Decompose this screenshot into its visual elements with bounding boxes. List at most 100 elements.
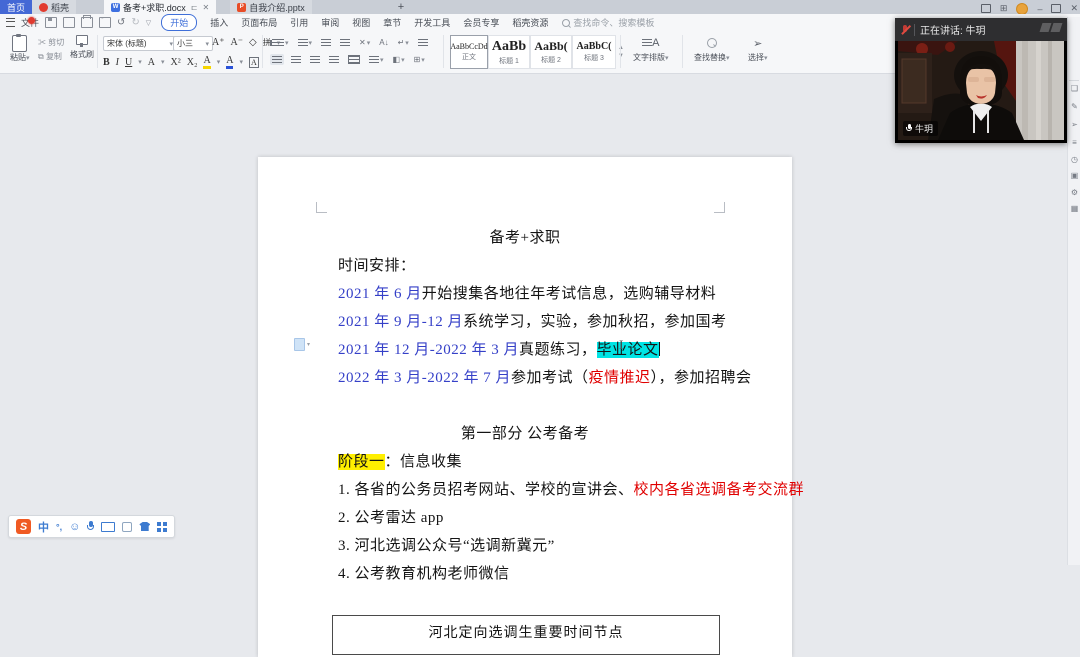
superscript-button[interactable]: X² — [171, 57, 181, 68]
doc-line: 2021 年 6 月开始搜集各地往年考试信息，选购辅导材料 — [338, 286, 717, 302]
align-left-button[interactable] — [270, 54, 284, 65]
borders-button[interactable]: ⊞ ▾ — [412, 54, 427, 65]
style-heading1[interactable]: AaBb 标题 1 — [488, 35, 530, 69]
ribbon-tab-home[interactable]: 开始 — [161, 14, 198, 31]
app-grid-icon[interactable]: ⊞ — [1000, 3, 1008, 14]
shrink-font-button[interactable]: A⁻ — [231, 37, 244, 48]
clock-icon[interactable]: ◷ — [1069, 155, 1080, 164]
decrease-indent-button[interactable] — [319, 37, 333, 48]
undo-icon[interactable]: ↺ — [117, 17, 125, 28]
close-tab-icon[interactable]: ✕ — [203, 3, 210, 12]
copy-button[interactable]: ⧉ 复制 — [38, 51, 64, 62]
underline-button[interactable]: U — [125, 57, 132, 68]
clear-format-button[interactable]: ◇ — [249, 37, 257, 48]
sogou-logo-icon[interactable]: S — [16, 519, 31, 534]
ribbon-tab-review[interactable]: 审阅 — [321, 16, 339, 29]
style-normal[interactable]: AaBbCcDd 正文 — [450, 35, 488, 69]
save-icon[interactable] — [45, 17, 58, 28]
font-size-select[interactable]: 小三 ▾ — [173, 36, 213, 51]
table-grid-icon[interactable]: ▦ — [1069, 204, 1080, 213]
paste-options-popup[interactable]: ▾ — [294, 338, 310, 351]
account-avatar[interactable] — [1016, 2, 1029, 15]
highlight-color-button[interactable]: A — [203, 55, 211, 69]
char-style-button[interactable]: A — [148, 57, 155, 68]
sogou-input-bar[interactable]: S 中 °, ☺ — [8, 515, 176, 538]
distribute-button[interactable] — [346, 54, 362, 65]
skin-icon[interactable] — [980, 4, 991, 13]
shading-button[interactable]: ◧ ▾ — [391, 54, 407, 65]
justify-button[interactable] — [327, 54, 341, 65]
ribbon-tab-member[interactable]: 会员专享 — [463, 16, 499, 29]
line-spacing-button[interactable]: ▾ — [367, 54, 386, 65]
output-icon[interactable] — [63, 17, 76, 28]
meeting-header[interactable]: 正在讲话: 牛玥 — [895, 18, 1067, 41]
cursor-icon[interactable]: ➢ — [1069, 120, 1080, 129]
voice-input-icon[interactable] — [87, 521, 95, 532]
increase-indent-button[interactable] — [338, 37, 352, 48]
bullet-list-button[interactable]: ▾ — [270, 37, 291, 48]
show-marks-button[interactable] — [416, 37, 430, 48]
restore-button[interactable] — [1051, 4, 1062, 13]
print-icon[interactable] — [81, 15, 94, 28]
image-icon[interactable]: ▣ — [1069, 171, 1080, 180]
ribbon-tab-section[interactable]: 章节 — [383, 16, 401, 29]
new-tab-button[interactable]: + — [390, 0, 412, 14]
tab-home[interactable]: 首页 — [0, 0, 33, 14]
bold-button[interactable]: B — [103, 57, 110, 68]
punctuation-icon[interactable]: °, — [56, 522, 62, 532]
align-right-button[interactable] — [308, 54, 322, 65]
tab-docer[interactable]: 稻壳 — [32, 0, 77, 14]
mic-icon — [906, 124, 912, 133]
align-center-button[interactable] — [289, 54, 303, 65]
cut-button[interactable]: ✂ 剪切 — [38, 37, 64, 48]
command-search[interactable]: 查找命令、搜索模板 — [562, 16, 654, 29]
redo-icon[interactable]: ↻ — [131, 17, 139, 28]
ribbon-tab-page-layout[interactable]: 页面布局 — [241, 16, 277, 29]
emoji-icon[interactable]: ☺ — [69, 521, 80, 533]
keyboard-icon[interactable] — [101, 521, 116, 532]
handwriting-icon[interactable] — [122, 521, 133, 532]
adjust-icon[interactable]: ≡ — [1069, 138, 1080, 147]
ribbon-tab-references[interactable]: 引用 — [290, 16, 308, 29]
text-direction-button[interactable]: ✕ ▾ — [357, 37, 372, 48]
chinese-mode-icon[interactable]: 中 — [38, 519, 49, 535]
select-button[interactable]: ➢ 选择▾ — [748, 36, 768, 63]
skin-shirt-icon[interactable] — [139, 522, 151, 531]
text-layout-button[interactable]: A 文字排版▾ — [633, 36, 669, 63]
paste-button[interactable]: 粘贴▾ — [10, 34, 30, 63]
tab-document-active[interactable]: W 备考+求职.docx ⊏ ✕ — [104, 0, 217, 14]
close-button[interactable]: ✕ — [1070, 3, 1078, 14]
minimize-button[interactable]: – — [1037, 4, 1042, 14]
ribbon-tab-view[interactable]: 视图 — [352, 16, 370, 29]
gear-icon[interactable]: ⚙ — [1069, 188, 1080, 197]
mic-muted-icon — [901, 24, 911, 36]
italic-button[interactable]: I — [116, 57, 119, 68]
grow-font-button[interactable]: A⁺ — [212, 37, 225, 48]
pen-icon[interactable]: ✎ — [1069, 102, 1080, 111]
document-canvas[interactable]: 备考+求职 时间安排： 2021 年 6 月开始搜集各地往年考试信息，选购辅导材… — [0, 74, 1080, 657]
subscript-button[interactable]: X₂ — [187, 57, 198, 68]
right-sidebar-rail — [1067, 17, 1080, 565]
wrap-button[interactable]: ↵ ▾ — [396, 37, 411, 48]
main-menu-icon[interactable] — [6, 18, 15, 27]
doc-list-item: 1. 各省的公务员招考网站、学校的宣讲会、校内各省选调备考交流群 — [338, 482, 805, 498]
numbered-list-button[interactable]: ▾ — [296, 37, 315, 48]
ribbon-tab-docer-resources[interactable]: 稻壳资源 — [512, 16, 548, 29]
more-commands-icon[interactable]: ▽ — [146, 19, 151, 27]
sort-button[interactable]: A↓ — [377, 37, 390, 48]
pin-icon[interactable]: ⊏ — [191, 3, 198, 12]
ribbon-tab-insert[interactable]: 插入 — [210, 16, 228, 29]
find-replace-button[interactable]: 查找替换▾ — [694, 36, 730, 63]
share-icon[interactable]: ❑ — [1069, 84, 1080, 93]
style-heading2[interactable]: AaBb( 标题 2 — [530, 35, 572, 69]
style-heading3[interactable]: AaBbC( 标题 3 — [572, 35, 616, 69]
ribbon-tab-developer[interactable]: 开发工具 — [414, 16, 450, 29]
meeting-video-overlay[interactable]: 正在讲话: 牛玥 牛玥 — [895, 18, 1067, 143]
format-painter-button[interactable]: 格式刷 — [70, 35, 94, 60]
font-name-select[interactable]: 宋体 (标题) ▾ — [103, 36, 177, 51]
font-color-button[interactable]: A — [226, 55, 234, 69]
toolbox-icon[interactable] — [157, 521, 168, 532]
char-border-button[interactable]: A — [248, 56, 259, 68]
print-preview-icon[interactable] — [99, 15, 112, 28]
tab-presentation[interactable]: P 自我介绍.pptx — [230, 0, 312, 14]
